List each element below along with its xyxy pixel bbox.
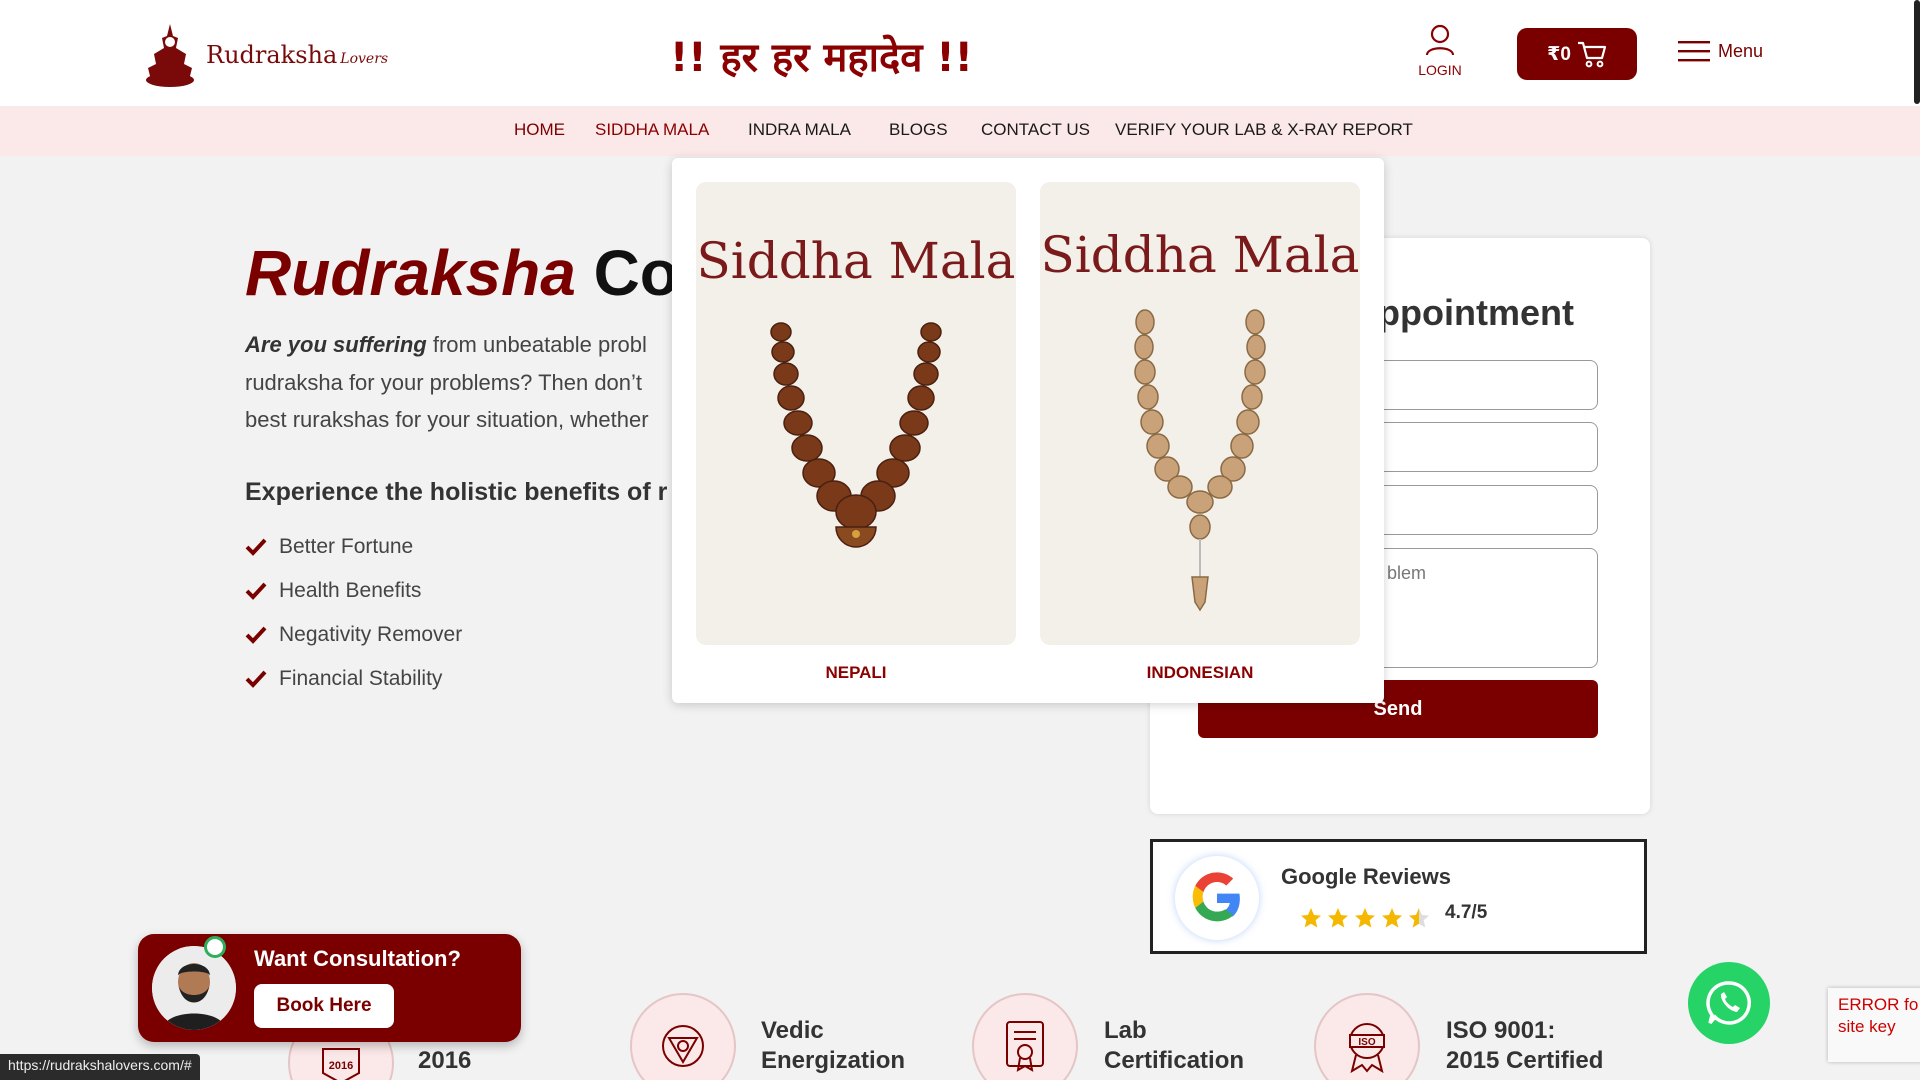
feature-iso-circle: ISO [1314,993,1420,1080]
star-icon [1355,908,1375,928]
login-link[interactable]: LOGIN [1405,24,1475,78]
iso-badge-icon: ISO [1349,1023,1385,1074]
star-icon [1301,908,1321,928]
cart-amount: ₹0 [1547,43,1571,65]
feature-established-text: 2016 [418,1047,472,1074]
dropdown-card-label[interactable]: INDONESIAN [1040,663,1360,683]
feature-lab-circle [972,993,1078,1080]
check-icon [245,538,267,556]
star-icon [1328,908,1348,928]
hero-paragraph-line: Are you suffering from unbeatable probl [245,332,647,357]
reviews-score: 4.7/5 [1445,902,1488,923]
benefit-item: Health Benefits [245,569,462,613]
siddha-mala-dropdown: Siddha Mala NEPALI Siddha Mala INDONESIA… [672,158,1384,703]
reviews-title: Google Reviews [1281,864,1451,889]
hero-emphasis: Are you suffering [245,332,427,357]
status-bar-url: https://rudrakshalovers.com/# [0,1054,200,1080]
benefit-item: Negativity Remover [245,613,462,657]
cart-icon [1577,41,1606,68]
hamburger-icon [1678,41,1710,62]
consultation-widget[interactable]: Want Consultation? Book Here [138,934,521,1042]
whatsapp-button[interactable] [1688,962,1770,1044]
user-icon [1425,24,1455,56]
hero-paragraph-line: rudraksha for your problems? Then don’t [245,370,643,395]
certificate-icon [1006,1021,1044,1072]
google-reviews-box[interactable]: Google Reviews 4.7/5 [1150,839,1647,954]
problem-placeholder: blem [1387,563,1427,583]
brand-name: Rudraksha Lovers [206,41,389,69]
book-here-button[interactable]: Book Here [254,984,394,1028]
check-icon [245,626,267,644]
feature-iso-text: ISO 9001: 2015 Certified [1446,1017,1604,1074]
header-tagline: !! हर हर महादेव !! [670,35,973,81]
hero-paragraph-line: best rurakshas for your situation, wheth… [245,407,649,432]
feature-vedic-text: Vedic Energization [761,1017,906,1074]
half-star-icon [1409,908,1429,928]
nav-item-home[interactable]: HOME [514,120,565,140]
brand-suffix: Lovers [340,51,389,67]
dropdown-card-label[interactable]: NEPALI [696,663,1016,683]
badge-2016-icon: 2016 [322,1048,360,1080]
scrollbar-thumb[interactable] [1914,0,1920,104]
rating-stars [1299,906,1431,930]
badge-year: 2016 [329,1060,353,1072]
hero-title: Rudraksha Co [245,236,679,310]
hero-title-highlight: Rudraksha [245,237,576,309]
feature-lab-text: Lab Certification [1104,1017,1245,1074]
consultation-title: Want Consultation? [254,946,461,971]
nepali-mala-image[interactable]: Siddha Mala [696,182,1016,645]
nav-item-verify-report[interactable]: VERIFY YOUR LAB & X-RAY REPORT [1115,120,1413,140]
benefit-item: Financial Stability [245,657,462,701]
indonesian-mala-image[interactable]: Siddha Mala [1040,182,1360,645]
google-logo-icon [1175,856,1259,940]
benefits-list: Better Fortune Health Benefits Negativit… [245,525,462,701]
site-header: Rudraksha Lovers !! हर हर महादेव !! LOGIN… [0,0,1920,106]
consultant-avatar [152,946,236,1030]
check-icon [245,582,267,600]
nav-item-indra-mala[interactable]: INDRA MALA [748,120,851,140]
nav-item-blogs[interactable]: BLOGS [889,120,948,140]
menu-button[interactable]: Menu [1678,40,1763,62]
main-nav: HOME SIDDHA MALA INDRA MALA BLOGS CONTAC… [0,106,1920,156]
dropdown-card-nepali[interactable]: Siddha Mala NEPALI [696,182,1016,683]
login-label: LOGIN [1418,62,1462,78]
appointment-form-title: ppointment [1378,292,1574,333]
shiva-logo-icon [146,24,194,87]
iso-badge-label: ISO [1358,1037,1375,1048]
site-logo[interactable]: Rudraksha Lovers [140,20,388,90]
nav-item-siddha-mala[interactable]: SIDDHA MALA [595,120,709,140]
hero-title-rest: Co [593,237,679,309]
online-status-dot [204,936,226,958]
chakra-icon [662,1025,704,1067]
benefits-heading: Experience the holistic benefits of r [245,478,668,506]
whatsapp-icon [1706,981,1752,1025]
cart-button[interactable]: ₹0 [1517,28,1637,80]
dropdown-card-indonesian[interactable]: Siddha Mala INDONESIAN [1040,182,1360,683]
nav-item-contact-us[interactable]: CONTACT US [981,120,1090,140]
recaptcha-error-badge: ERROR fo site key [1828,988,1920,1062]
benefit-item: Better Fortune [245,525,462,569]
nepali-mala-illustration [770,322,942,548]
check-icon [245,670,267,688]
menu-label: Menu [1718,40,1764,61]
indonesian-mala-illustration [1134,309,1266,612]
star-icon [1382,908,1402,928]
feature-vedic-circle [630,993,736,1080]
